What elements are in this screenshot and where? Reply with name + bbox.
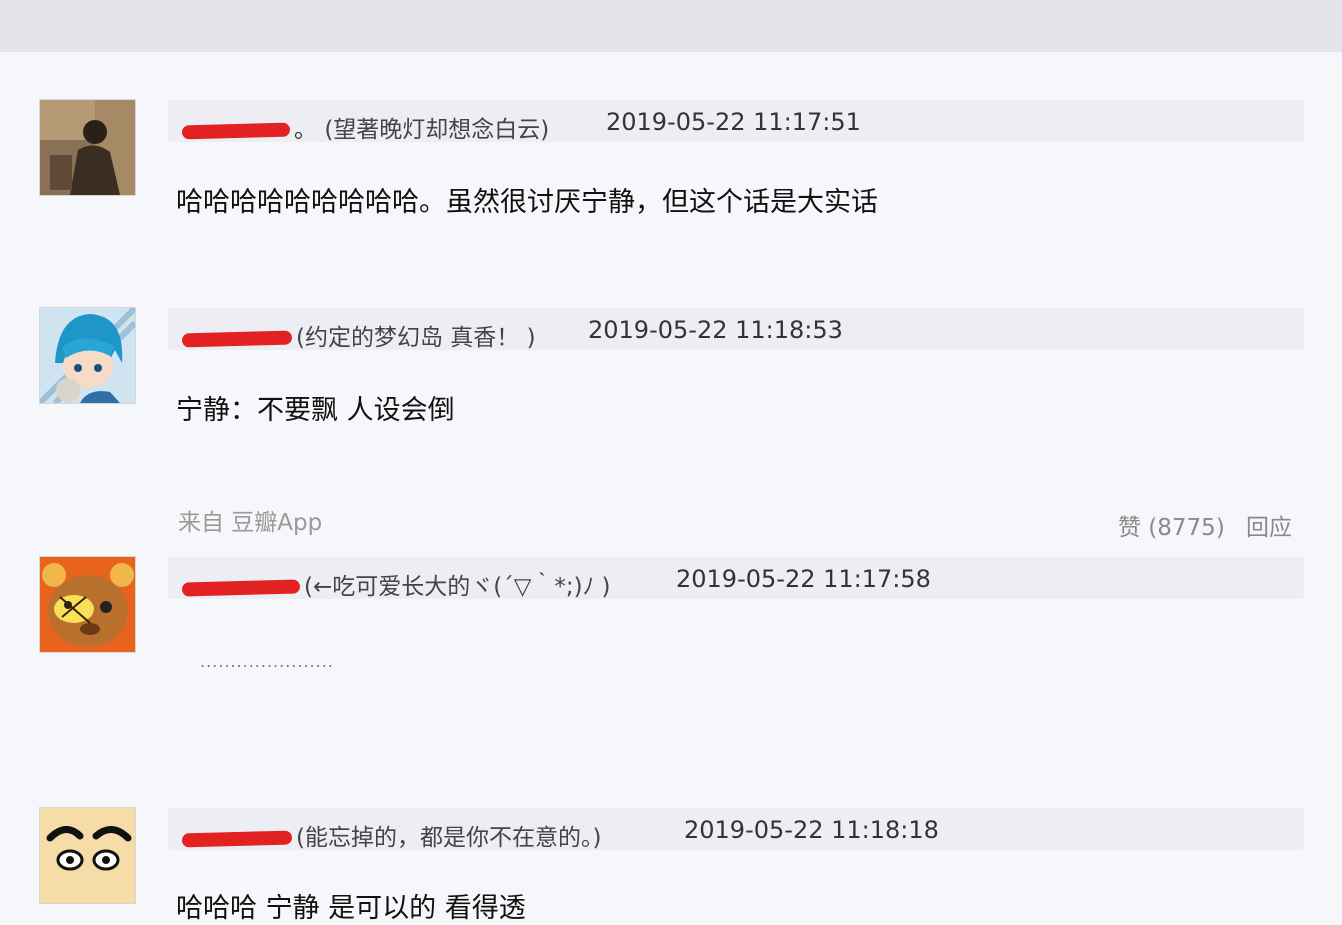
username[interactable]: (←吃可爱长大的ヾ(´▽｀*;)ﾉ ) [181,567,611,601]
comment-header: (能忘掉的，都是你不在意的。) 2019-05-22 11:18:18 [168,808,1304,852]
username-redaction [181,122,291,139]
comment-time: 2019-05-22 11:18:53 [588,316,843,344]
comment-content: 宁静：不要飘 人设会倒 [176,395,455,426]
user-signature: (望著晚灯却想念白云) [324,117,550,143]
user-avatar[interactable] [40,808,135,903]
username[interactable]: 。 (望著晚灯却想念白云) [181,110,550,144]
username[interactable]: (约定的梦幻岛 真香！ ) [181,318,536,352]
like-button[interactable]: 赞 (8775) [1118,508,1225,542]
user-avatar[interactable] [40,308,135,403]
comment-header: (约定的梦幻岛 真香！ ) 2019-05-22 11:18:53 [168,308,1304,352]
top-bar [0,0,1342,52]
photo-avatar-icon [40,100,135,195]
reply-button[interactable]: 回应 [1246,508,1292,542]
comment-content: 哈哈哈哈哈哈哈哈哈。虽然很讨厌宁静，但这个话是大实话 [176,187,878,218]
comment-header: (←吃可爱长大的ヾ(´▽｀*;)ﾉ ) 2019-05-22 11:17:58 [168,557,1304,601]
anime-boy-avatar-icon [40,308,135,403]
cartoon-face-avatar-icon [40,808,135,903]
user-signature: (约定的梦幻岛 真香！ ) [296,325,536,351]
user-signature: (←吃可爱长大的ヾ(´▽｀*;)ﾉ ) [304,574,611,600]
username[interactable]: (能忘掉的，都是你不在意的。) [181,818,602,852]
username-redaction [181,330,293,347]
user-signature: (能忘掉的，都是你不在意的。) [296,825,602,851]
comment-content: ...................... [200,652,334,671]
username-redaction [181,830,293,847]
bear-avatar-icon [40,557,135,652]
comment-header: 。 (望著晚灯却想念白云) 2019-05-22 11:17:51 [168,100,1304,144]
source-label: 来自 豆瓣App [178,510,323,536]
comment-content: 哈哈哈 宁静 是可以的 看得透 [176,893,526,924]
comment-time: 2019-05-22 11:17:51 [606,108,861,136]
user-avatar[interactable] [40,100,135,195]
comment-time: 2019-05-22 11:18:18 [684,816,939,844]
username-redaction [181,578,301,597]
user-avatar[interactable] [40,557,135,652]
comment-time: 2019-05-22 11:17:58 [676,565,931,593]
